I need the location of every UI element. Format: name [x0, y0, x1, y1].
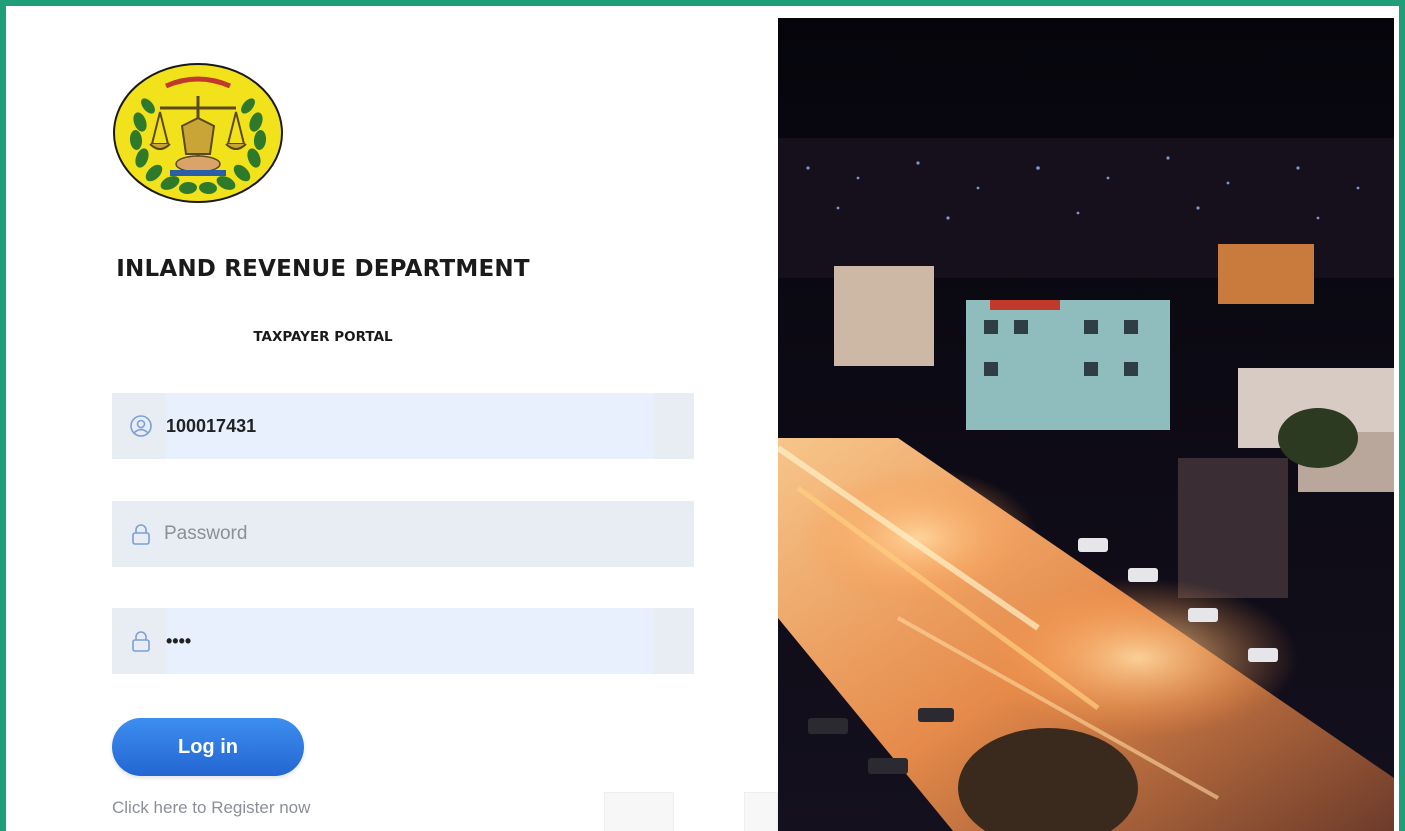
thumbnail-image [744, 792, 778, 831]
autofill-highlight [166, 608, 654, 674]
portal-subtitle: TAXPAYER PORTAL [253, 329, 393, 345]
lock-icon [128, 628, 154, 654]
password-confirm-field[interactable]: •••• [112, 608, 694, 674]
window-frame: INLAND REVENUE DEPARTMENT TAXPAYER PORTA… [0, 0, 1405, 831]
login-panel: INLAND REVENUE DEPARTMENT TAXPAYER PORTA… [20, 16, 778, 831]
city-night-photo-icon [778, 18, 1394, 831]
thumbnail-image [604, 792, 674, 831]
register-link[interactable]: Click here to Register now [112, 798, 310, 818]
username-field[interactable]: 100017431 [112, 393, 694, 459]
hero-image [778, 18, 1394, 831]
password-placeholder: Password [164, 523, 248, 544]
password-field[interactable]: Password [112, 501, 694, 567]
login-button[interactable]: Log in [112, 718, 304, 776]
user-circle-icon [128, 413, 154, 439]
organization-title: INLAND REVENUE DEPARTMENT [116, 256, 530, 282]
username-value: 100017431 [166, 415, 257, 436]
emblem-icon [113, 63, 283, 203]
lock-icon [128, 521, 154, 547]
password-confirm-value: •••• [166, 630, 192, 651]
